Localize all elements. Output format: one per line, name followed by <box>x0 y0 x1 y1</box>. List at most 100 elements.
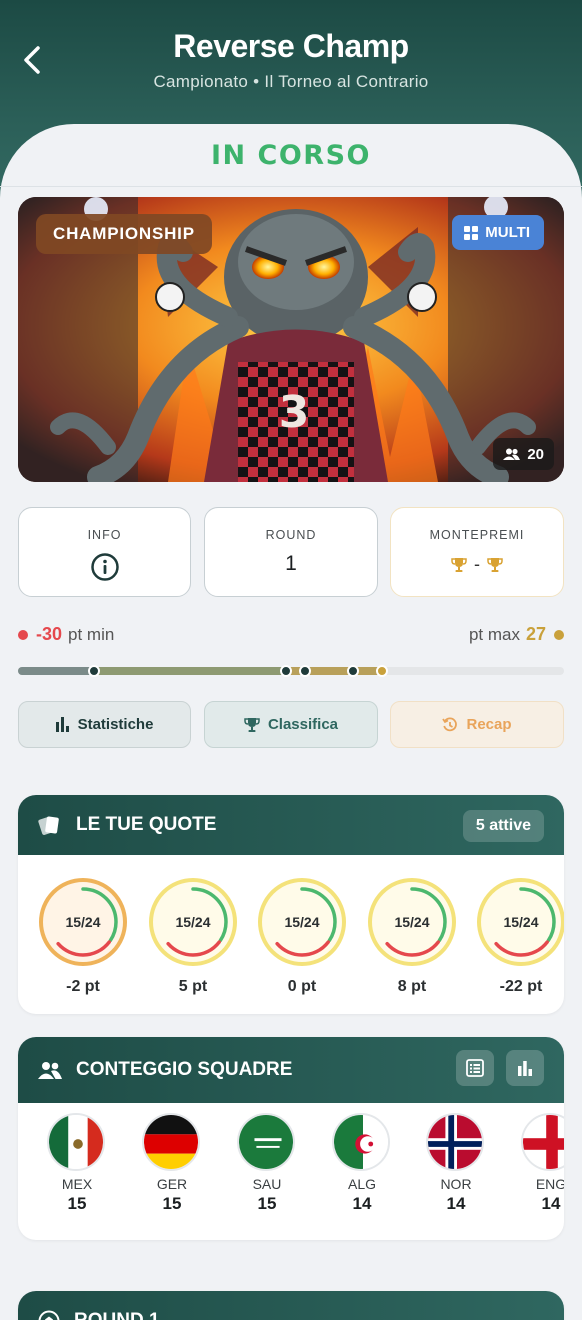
team-code: SAU <box>252 1176 282 1192</box>
quote-marker <box>88 665 100 677</box>
range-max: pt max 27 <box>469 624 564 645</box>
quote-item[interactable]: 15/24 -22 pt <box>474 875 564 996</box>
list-view-button[interactable] <box>456 1050 494 1086</box>
team-flag-icon <box>142 1113 200 1171</box>
quote-ratio: 15/24 <box>175 914 210 930</box>
ranking-button-label: Classifica <box>267 716 339 733</box>
range-min-value: -30 <box>36 624 63 644</box>
round-section-header: ROUND 1 <box>18 1291 564 1320</box>
page-subtitle: Campionato • Il Torneo al Contrario <box>153 72 429 91</box>
team-flag-icon <box>426 1113 484 1171</box>
round-section: ROUND 1 <box>18 1291 564 1320</box>
info-icon <box>19 552 190 582</box>
team-code: ENG <box>535 1176 564 1192</box>
prize-value-text: - <box>474 554 480 574</box>
team-count: 14 <box>541 1194 561 1213</box>
team-count: 14 <box>446 1194 466 1213</box>
team-count: 15 <box>257 1194 277 1213</box>
team-code: NOR <box>440 1176 472 1192</box>
quote-progress-ring: 15/24 <box>39 878 127 966</box>
championship-badge: CHAMPIONSHIP <box>36 214 212 254</box>
team-item[interactable]: MEX 15 <box>47 1113 107 1214</box>
track-segment <box>94 667 286 675</box>
teams-section-title: CONTEGGIO SQUADRE <box>76 1059 293 1080</box>
recap-button[interactable]: Recap <box>390 701 564 748</box>
prize-card[interactable]: MONTEPREMI - <box>390 507 564 597</box>
bar-chart-icon <box>518 1061 532 1076</box>
quote-item[interactable]: 15/24 -2 pt <box>36 875 130 996</box>
team-code: ALG <box>347 1176 376 1192</box>
recap-button-label: Recap <box>466 716 512 733</box>
active-count-badge: 5 attive <box>462 810 544 842</box>
divider <box>0 186 582 187</box>
quote-progress-ring: 15/24 <box>477 878 564 966</box>
team-code: GER <box>156 1176 188 1192</box>
prize-card-label: MONTEPREMI <box>429 528 525 542</box>
info-card-label: INFO <box>87 528 122 542</box>
range-min-label: pt min <box>68 624 115 644</box>
trophy-icon <box>451 557 467 572</box>
team-code: MEX <box>61 1176 93 1192</box>
team-flag-icon <box>521 1113 564 1171</box>
quote-progress-ring: 15/24 <box>149 878 237 966</box>
team-item[interactable]: GER 15 <box>142 1113 202 1214</box>
hero-banner[interactable]: 3 CHAMPIONSHIP MULTI 20 <box>18 197 564 482</box>
team-item[interactable]: ENG 14 <box>521 1113 564 1214</box>
range-min: -30 pt min <box>18 624 114 645</box>
team-flag-icon <box>237 1113 295 1171</box>
people-icon <box>503 448 521 460</box>
quote-points: 5 pt <box>178 978 208 995</box>
status-label: IN CORSO <box>211 140 371 171</box>
quote-item[interactable]: 15/24 5 pt <box>146 875 240 996</box>
track-segment <box>18 667 94 675</box>
quote-marker <box>347 665 359 677</box>
bar-chart-icon <box>55 717 69 732</box>
teams-section: CONTEGGIO SQUADRE MEX 15 GER 15 SAU 15 ALG 14 NO… <box>18 1037 564 1240</box>
quote-marker <box>280 665 292 677</box>
range-max-label: pt max <box>468 624 520 644</box>
chart-view-button[interactable] <box>506 1050 544 1086</box>
quote-ratio: 15/24 <box>394 914 429 930</box>
max-dot-icon <box>554 629 564 640</box>
round-card-value: 1 <box>285 552 297 575</box>
quote-points: -2 pt <box>66 978 100 995</box>
team-count: 14 <box>352 1194 372 1213</box>
team-count: 15 <box>67 1194 87 1213</box>
quote-ratio: 15/24 <box>65 914 100 930</box>
history-icon <box>442 716 458 731</box>
quotes-section: LE TUE QUOTE 5 attive 15/24 -2 pt 15/24 5 p… <box>18 795 564 1014</box>
quote-points: 8 pt <box>397 978 427 995</box>
team-flag-icon <box>47 1113 105 1171</box>
team-item[interactable]: SAU 15 <box>237 1113 297 1214</box>
points-range-track <box>18 665 564 677</box>
quote-progress-ring: 15/24 <box>258 878 346 966</box>
team-count: 15 <box>162 1194 182 1213</box>
round-section-title: ROUND 1 <box>74 1310 160 1320</box>
quotes-section-header: LE TUE QUOTE 5 attive <box>18 795 564 855</box>
quote-item[interactable]: 15/24 8 pt <box>365 875 459 996</box>
quotes-section-title: LE TUE QUOTE <box>76 814 217 835</box>
info-card[interactable]: INFO <box>18 507 191 597</box>
tickets-icon <box>38 816 59 835</box>
quote-points: 0 pt <box>287 978 317 995</box>
quote-item[interactable]: 15/24 0 pt <box>255 875 349 996</box>
team-item[interactable]: NOR 14 <box>426 1113 486 1214</box>
team-flag-icon <box>332 1113 390 1171</box>
ranking-button[interactable]: Classifica <box>204 701 378 748</box>
team-item[interactable]: ALG 14 <box>332 1113 392 1214</box>
quote-marker <box>299 665 311 677</box>
participants-count: 20 <box>527 445 544 463</box>
trophy-icon <box>244 717 260 732</box>
quote-ratio: 15/24 <box>503 914 538 930</box>
prize-value: - <box>391 554 563 575</box>
soccer-ball-icon <box>38 1310 60 1320</box>
page-title: Reverse Champ <box>173 28 409 64</box>
stats-button[interactable]: Statistiche <box>18 701 191 748</box>
list-icon <box>466 1059 484 1077</box>
quote-points: -22 pt <box>499 978 543 995</box>
teams-list: MEX 15 GER 15 SAU 15 ALG 14 NOR 14 ENG 14 <box>18 1103 564 1240</box>
multi-badge-label: MULTI <box>485 224 530 241</box>
multi-badge: MULTI <box>452 215 544 250</box>
quote-marker <box>376 665 388 677</box>
group-icon <box>38 1062 62 1079</box>
